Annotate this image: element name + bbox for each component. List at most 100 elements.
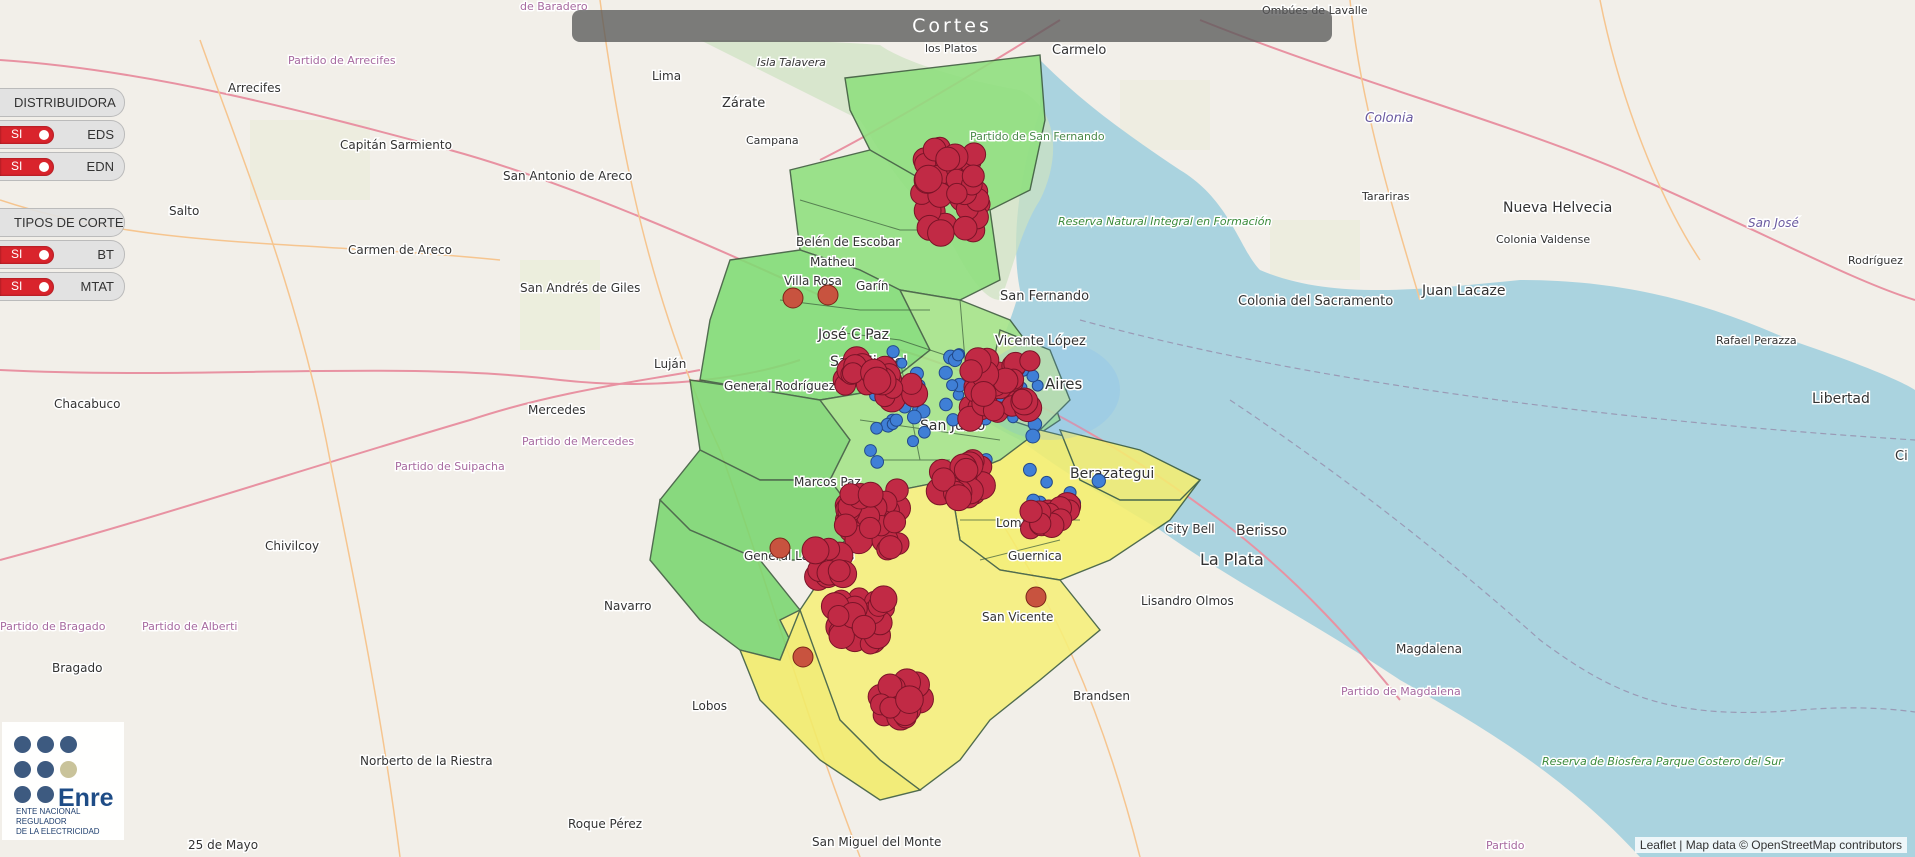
label-navarro: Navarro <box>604 599 652 613</box>
outage-marker[interactable] <box>951 348 965 362</box>
outage-marker[interactable] <box>889 413 903 427</box>
outage-marker[interactable] <box>1025 586 1047 608</box>
outage-marker[interactable] <box>1091 473 1106 488</box>
label-partido-san-fernando: Partido de San Fernando <box>970 130 1105 143</box>
outage-marker[interactable] <box>918 425 931 439</box>
label-lobos: Lobos <box>692 699 727 713</box>
label-rafael-perazza: Rafael Perazza <box>1716 334 1797 347</box>
label-berazategui: Berazategui <box>1070 466 1154 482</box>
distribuidora-header: DISTRIBUIDORA <box>0 88 125 117</box>
toggle-eds[interactable]: SI <box>0 126 54 144</box>
outage-marker[interactable] <box>914 164 943 194</box>
leaflet-link[interactable]: Leaflet <box>1640 838 1676 852</box>
outage-marker[interactable] <box>946 182 968 205</box>
outage-marker[interactable] <box>1019 499 1043 523</box>
logo-dot <box>37 761 54 778</box>
outage-marker[interactable] <box>938 365 953 380</box>
outage-marker[interactable] <box>870 421 883 435</box>
label-guernica: Guernica <box>1008 549 1062 563</box>
toggle-label: SI <box>11 247 23 261</box>
outage-marker[interactable] <box>858 516 882 540</box>
logo-subtitle-line: ENTE NACIONAL REGULADOR <box>16 807 81 826</box>
label-san-vicente: San Vicente <box>982 610 1053 624</box>
label-salto: Salto <box>169 204 199 218</box>
outage-marker[interactable] <box>939 397 953 412</box>
label-reserva-biosfera: Reserva de Biosfera Parque Costero del S… <box>1542 755 1784 768</box>
toggle-knob <box>39 162 49 172</box>
outage-marker[interactable] <box>895 685 924 714</box>
tipos-header: TIPOS DE CORTE <box>0 208 125 237</box>
label-chivilcoy: Chivilcoy <box>265 539 319 553</box>
outage-marker[interactable] <box>769 537 791 559</box>
outage-marker[interactable] <box>900 372 923 395</box>
label-matheu: Matheu <box>810 255 855 269</box>
logo-dot <box>14 786 31 803</box>
outage-marker[interactable] <box>906 435 920 448</box>
logo-dot <box>14 736 31 753</box>
label-city-bell: City Bell <box>1165 522 1215 536</box>
outage-marker[interactable] <box>1019 350 1041 372</box>
label-lisandro-olmos: Lisandro Olmos <box>1141 594 1234 608</box>
outage-marker[interactable] <box>827 604 850 627</box>
filter-row-edn: SI EDN <box>0 152 125 181</box>
outage-marker[interactable] <box>1011 388 1033 410</box>
label-arrecifes: Arrecifes <box>228 81 281 95</box>
logo-dot <box>37 736 54 753</box>
label-ci: Ci <box>1895 449 1908 464</box>
outage-marker[interactable] <box>878 535 903 560</box>
label-chacabuco: Chacabuco <box>54 397 120 411</box>
toggle-edn[interactable]: SI <box>0 158 54 176</box>
outage-marker[interactable] <box>869 585 898 613</box>
label-partido-bragado: Partido de Bragado <box>0 620 106 633</box>
outage-marker[interactable] <box>961 164 985 188</box>
label-25-mayo: 25 de Mayo <box>188 838 258 852</box>
outage-marker[interactable] <box>959 359 983 383</box>
outage-marker[interactable] <box>863 366 892 395</box>
outage-marker[interactable] <box>817 284 839 306</box>
outage-marker[interactable] <box>953 457 979 483</box>
outage-marker[interactable] <box>886 345 900 359</box>
outage-marker[interactable] <box>1022 462 1037 477</box>
label-la-plata: La Plata <box>1200 550 1264 569</box>
outage-marker[interactable] <box>792 646 814 668</box>
label-san-andres-giles: San Andrés de Giles <box>520 281 640 295</box>
label-partido-arrecifes: Partido de Arrecifes <box>288 54 396 67</box>
label-escobar: Belén de Escobar <box>796 235 900 249</box>
label-san-antonio-areco: San Antonio de Areco <box>503 169 632 183</box>
logo-subtitle-line: DE LA ELECTRICIDAD <box>16 827 100 836</box>
toggle-bt[interactable]: SI <box>0 246 54 264</box>
map-canvas[interactable]: Partido de Arrecifes Arrecifes de Barade… <box>0 0 1915 857</box>
outage-marker[interactable] <box>833 513 858 538</box>
outage-marker[interactable] <box>1040 475 1053 489</box>
outage-marker[interactable] <box>970 380 997 407</box>
outage-marker[interactable] <box>1025 428 1041 444</box>
label-general-rodriguez: General Rodríguez <box>724 379 835 393</box>
label-partido-magdalena: Partido de Magdalena <box>1341 685 1461 698</box>
toggle-mtat[interactable]: SI <box>0 278 54 296</box>
outage-marker[interactable] <box>857 481 884 508</box>
label-isla-talavera: Isla Talavera <box>757 56 826 69</box>
outage-marker[interactable] <box>870 455 885 469</box>
filter-label-edn: EDN <box>86 159 114 174</box>
outage-marker[interactable] <box>935 146 961 172</box>
label-roque-perez: Roque Pérez <box>568 817 642 831</box>
outage-marker[interactable] <box>801 536 830 565</box>
outage-marker[interactable] <box>945 484 972 512</box>
outage-marker[interactable] <box>782 287 804 309</box>
outage-marker[interactable] <box>927 219 955 247</box>
outage-marker[interactable] <box>906 409 922 425</box>
label-partido-bottom: Partido <box>1486 839 1525 852</box>
outage-marker[interactable] <box>883 510 907 534</box>
outage-marker[interactable] <box>827 559 851 583</box>
osm-link[interactable]: OpenStreetMap contributors <box>1751 838 1902 852</box>
enre-logo: Enre ENTE NACIONAL REGULADOR DE LA ELECT… <box>2 722 124 840</box>
outage-marker[interactable] <box>946 379 959 392</box>
outage-marker[interactable] <box>896 357 908 369</box>
outage-marker[interactable] <box>851 614 877 640</box>
attribution-sep: | Map data © <box>1675 838 1752 852</box>
outage-marker[interactable] <box>952 215 978 241</box>
filter-panel: DISTRIBUIDORA SI EDS SI EDN TIPOS DE COR… <box>0 88 125 304</box>
label-jose-c-paz: José C Paz <box>817 327 889 343</box>
outage-marker[interactable] <box>864 444 877 457</box>
label-libertad: Libertad <box>1812 391 1870 407</box>
